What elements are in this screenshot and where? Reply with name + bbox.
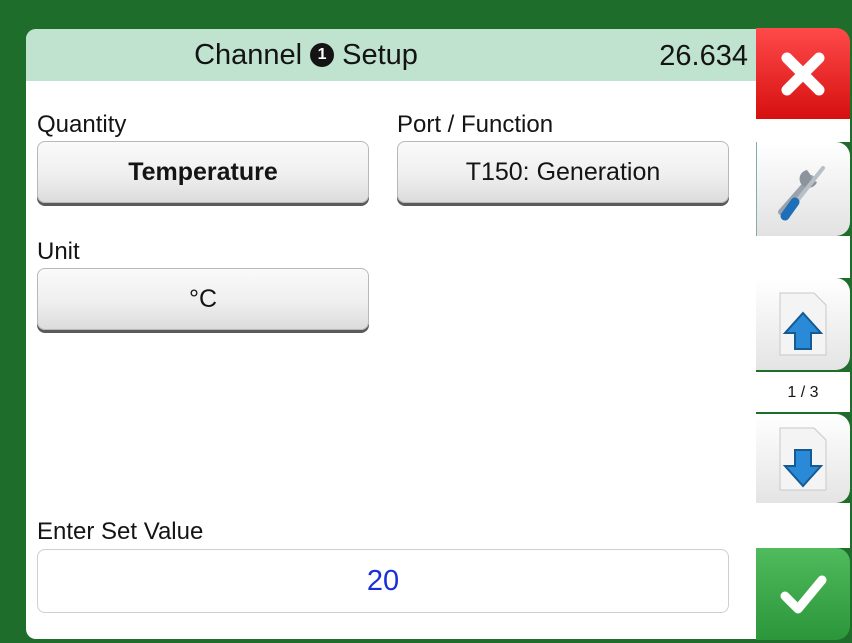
- title-bar: Channel 1 Setup 26.634: [26, 29, 756, 81]
- sidebar-gap: [756, 503, 850, 548]
- title-suffix: Setup: [342, 39, 418, 71]
- page-down-icon: [779, 427, 827, 490]
- channel-number-badge: 1: [310, 43, 335, 67]
- set-value-field[interactable]: 20: [37, 549, 729, 613]
- set-value-label: Enter Set Value: [37, 518, 204, 545]
- sidebar-gap: [756, 236, 850, 278]
- accept-button[interactable]: [756, 548, 850, 640]
- sidebar-gap: [756, 119, 850, 142]
- close-icon: [781, 52, 825, 95]
- checkmark-icon: [780, 575, 827, 614]
- page-title: Channel 1 Setup: [26, 29, 586, 81]
- unit-label: Unit: [37, 238, 80, 265]
- main-screen: Channel 1 Setup 26.634 Quantity Temperat…: [26, 29, 756, 639]
- close-button[interactable]: [756, 28, 850, 119]
- tools-button[interactable]: [756, 142, 850, 236]
- port-function-label: Port / Function: [397, 111, 554, 138]
- title-prefix: Channel: [194, 39, 303, 71]
- page-indicator: 1 / 3: [787, 384, 819, 401]
- page-up-icon: [779, 292, 827, 356]
- quantity-label: Quantity: [37, 111, 127, 138]
- port-function-button[interactable]: T150: Generation: [397, 141, 729, 203]
- unit-button[interactable]: °C: [37, 268, 369, 330]
- quantity-button[interactable]: Temperature: [37, 141, 369, 203]
- live-reading: 26.634: [659, 40, 748, 72]
- page-up-button[interactable]: [756, 278, 850, 370]
- page-down-button[interactable]: [756, 414, 850, 503]
- tools-icon: [777, 166, 825, 221]
